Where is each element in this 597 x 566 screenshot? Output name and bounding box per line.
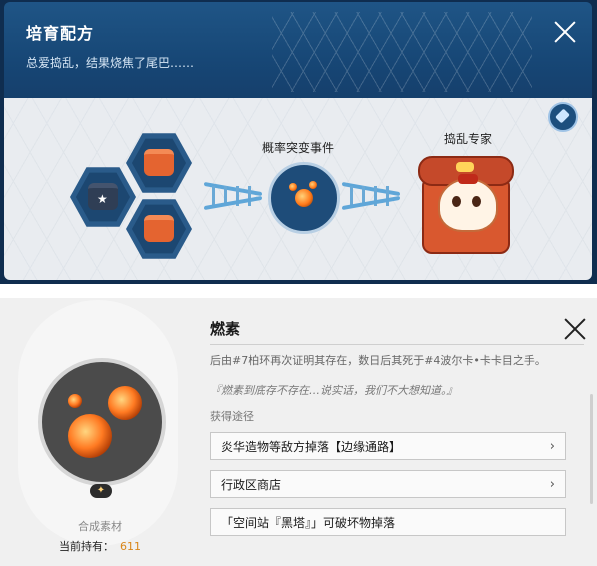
source-label: 「空间站『黑塔』」可破坏物掉落 [221, 516, 396, 530]
hold-count: 当前持有： 611 [0, 538, 200, 554]
rarity-badge: ✦ [90, 484, 112, 498]
phlogiston-orb-icon [68, 394, 82, 408]
small-orb-icon [289, 183, 297, 191]
star-icon: ★ [96, 192, 108, 207]
source-label: 炎华造物等敌方掉落【边缘通路】 [221, 440, 402, 454]
recipe-subtitle: 总爱捣乱，结果烧焦了尾巴…… [26, 56, 195, 70]
phlogiston-orb-icon [108, 386, 142, 420]
close-icon[interactable] [564, 318, 586, 340]
dna-icon [342, 183, 400, 209]
hold-label: 当前持有： [59, 540, 114, 553]
orange-box-icon [143, 149, 174, 177]
phlogiston-orb-icon [295, 189, 313, 207]
source-item[interactable]: 「空间站『黑塔』」可破坏物掉落 › [210, 508, 566, 536]
item-image-circle [38, 358, 166, 486]
hold-count-value: 611 [120, 540, 141, 553]
recipe-panel: 培育配方 总爱捣乱，结果烧焦了尾巴…… ★ 概率突变事件 捣乱专家 [0, 0, 597, 284]
result-cat-box-image [418, 156, 514, 256]
small-orb-icon [309, 181, 317, 189]
result-label: 捣乱专家 [444, 132, 493, 146]
phlogiston-orb-icon [68, 414, 112, 458]
dna-icon [204, 183, 262, 209]
scrollbar[interactable] [590, 394, 593, 504]
ingredient-hex-cat-box[interactable] [126, 196, 192, 262]
material-type-label: 合成素材 [78, 520, 122, 533]
item-quote: 『燃素到底存不存在…说实话，我们不大想知道。』 [210, 384, 458, 397]
cat-box-icon [143, 215, 174, 243]
mutation-catalyst[interactable] [268, 162, 340, 234]
source-item[interactable]: 炎华造物等敌方掉落【边缘通路】 › [210, 432, 566, 460]
hex-pattern-decoration [272, 12, 532, 92]
recipe-title: 培育配方 [26, 24, 95, 43]
source-label: 行政区商店 [221, 478, 282, 492]
recipe-header [4, 2, 592, 98]
divider [210, 344, 584, 345]
acquire-heading: 获得途径 [210, 410, 254, 423]
close-icon[interactable] [553, 20, 577, 44]
source-item[interactable]: 行政区商店 › [210, 470, 566, 498]
item-title: 燃素 [210, 320, 241, 338]
item-detail-panel: ✦ 合成素材 当前持有： 611 燃素 后由#7柏环再次证明其存在，数日后其死于#… [0, 298, 597, 566]
dark-box-icon: ★ [87, 183, 118, 211]
chevron-right-icon: › [549, 439, 555, 454]
mutation-label: 概率突变事件 [262, 141, 335, 155]
item-description: 后由#7柏环再次证明其存在，数日后其死于#4波尔卡•卡卡目之手。 [210, 354, 546, 367]
pin-icon[interactable] [548, 102, 578, 132]
chevron-right-icon: › [549, 477, 555, 492]
